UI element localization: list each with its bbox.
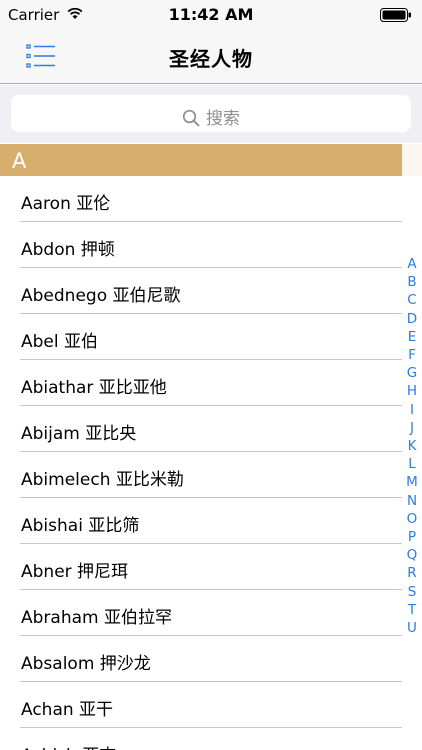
search-placeholder-wrap: 搜索 (11, 104, 411, 129)
index-letter[interactable]: M (402, 473, 422, 491)
index-letter[interactable]: S (402, 583, 422, 601)
page-title: 圣经人物 (169, 47, 253, 71)
index-letter[interactable]: H (402, 382, 422, 400)
list-item-label: Abel 亚伯 (21, 332, 99, 352)
search-area: 搜索 (0, 85, 422, 143)
list-item[interactable]: Abraham 亚伯拉罕 (0, 590, 402, 636)
index-letter[interactable]: R (402, 564, 422, 582)
index-strip-background (402, 144, 422, 176)
index-letter[interactable]: C (402, 291, 422, 309)
list-item-label: Abdon 押顿 (21, 240, 115, 260)
section-letter: A (12, 149, 27, 173)
list-item[interactable]: Abishai 亚比筛 (0, 498, 402, 544)
index-letter[interactable]: L (402, 455, 422, 473)
list-item[interactable]: Abijam 亚比央 (0, 406, 402, 452)
search-input[interactable]: 搜索 (11, 95, 411, 132)
index-letter[interactable]: E (402, 328, 422, 346)
list-item-label: Abednego 亚伯尼歌 (21, 286, 181, 306)
index-letter[interactable]: G (402, 364, 422, 382)
list-item[interactable]: Abel 亚伯 (0, 314, 402, 360)
list-item-label: Abraham 亚伯拉罕 (21, 608, 172, 628)
index-letter[interactable]: D (402, 310, 422, 328)
status-time: 11:42 AM (168, 5, 254, 24)
section-index[interactable]: ABCDEFGHIJKLMNOPQRSTU (402, 255, 422, 637)
people-list: Aaron 亚伦 Abdon 押顿 Abednego 亚伯尼歌 Abel 亚伯 Abia… (0, 176, 402, 750)
index-letter[interactable]: A (402, 255, 422, 273)
index-letter[interactable]: Q (402, 546, 422, 564)
list-item-label: Achan 亚干 (21, 700, 114, 720)
list-item[interactable]: Aaron 亚伦 (0, 176, 402, 222)
list-item-label: Abijam 亚比央 (21, 424, 137, 444)
list-item[interactable]: Abdon 押顿 (0, 222, 402, 268)
battery-icon (380, 8, 411, 22)
list-item[interactable]: Abner 押尼珥 (0, 544, 402, 590)
list-item-label: Absalom 押沙龙 (21, 654, 151, 674)
index-letter[interactable]: I (402, 401, 422, 419)
screen: Carrier 11:42 AM 圣经人物 搜索 A Aaron 亚伦 Abdo… (0, 0, 422, 750)
list-item[interactable]: Achish 亚吉 (0, 728, 402, 750)
section-header: A (0, 144, 402, 176)
list-item[interactable]: Achan 亚干 (0, 682, 402, 728)
index-letter[interactable]: J (402, 419, 422, 437)
search-placeholder: 搜索 (206, 109, 240, 129)
index-letter[interactable]: P (402, 528, 422, 546)
list-item[interactable]: Abiathar 亚比亚他 (0, 360, 402, 406)
index-letter[interactable]: K (402, 437, 422, 455)
list-item-label: Achish 亚吉 (21, 741, 116, 750)
index-letter[interactable]: N (402, 492, 422, 510)
index-letter[interactable]: B (402, 273, 422, 291)
list-item-label: Abimelech 亚比米勒 (21, 470, 184, 490)
search-icon (182, 109, 200, 127)
index-letter[interactable]: T (402, 601, 422, 619)
index-letter[interactable]: U (402, 619, 422, 637)
list-item[interactable]: Abednego 亚伯尼歌 (0, 268, 402, 314)
list-item-label: Aaron 亚伦 (21, 194, 111, 214)
navigation-bar: 圣经人物 (0, 30, 422, 84)
list-item[interactable]: Absalom 押沙龙 (0, 636, 402, 682)
status-bar: Carrier 11:42 AM (0, 0, 422, 30)
index-letter[interactable]: O (402, 510, 422, 528)
list-item-label: Abiathar 亚比亚他 (21, 378, 167, 398)
list-item-label: Abishai 亚比筛 (21, 516, 140, 536)
index-letter[interactable]: F (402, 346, 422, 364)
list-item-label: Abner 押尼珥 (21, 562, 129, 582)
list-item[interactable]: Abimelech 亚比米勒 (0, 452, 402, 498)
